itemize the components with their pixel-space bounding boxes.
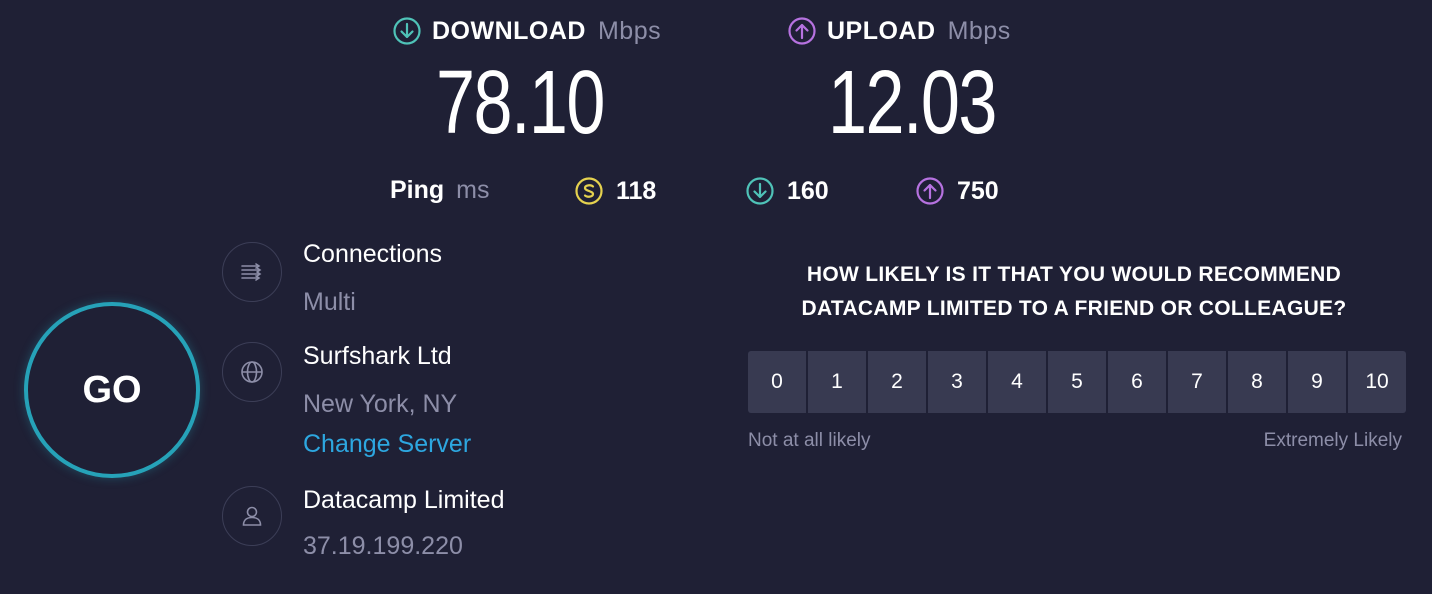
provider-name: Datacamp Limited [303, 486, 505, 514]
survey-question-line1: HOW LIKELY IS IT THAT YOU WOULD RECOMMEN… [806, 263, 1342, 286]
rating-option-5[interactable]: 5 [1048, 351, 1106, 413]
rating-option-6[interactable]: 6 [1108, 351, 1166, 413]
survey-question: HOW LIKELY IS IT THAT YOU WOULD RECOMMEN… [744, 258, 1404, 326]
survey-question-line2: DATACAMP LIMITED TO A FRIEND OR COLLEAGU… [801, 297, 1347, 320]
rating-low-label: Not at all likely [748, 430, 871, 451]
rating-option-2[interactable]: 2 [868, 351, 926, 413]
upload-value: 12.03 [828, 53, 997, 153]
download-arrow-icon [393, 17, 421, 45]
connections-icon [222, 242, 282, 302]
server-location: New York, NY [303, 390, 458, 418]
rating-option-7[interactable]: 7 [1168, 351, 1226, 413]
rating-bar: 0 1 2 3 4 5 6 7 8 9 10 [748, 351, 1406, 413]
download-unit: Mbps [597, 16, 662, 45]
connections-value: Multi [303, 288, 356, 316]
ping-label: Ping [390, 176, 445, 204]
ping-idle-value: 118 [616, 176, 657, 205]
ping-upload: 750 [915, 176, 999, 206]
server-name: Surfshark Ltd [303, 342, 452, 370]
idle-ping-icon [575, 177, 603, 205]
upload-unit: Mbps [947, 16, 1011, 45]
user-icon [222, 486, 282, 546]
rating-option-9[interactable]: 9 [1288, 351, 1346, 413]
rating-option-4[interactable]: 4 [988, 351, 1046, 413]
ping-idle: 118 [574, 176, 656, 206]
change-server-link[interactable]: Change Server [303, 430, 471, 459]
ping-download: 160 [745, 176, 829, 206]
rating-option-0[interactable]: 0 [748, 351, 806, 413]
ping-upload-value: 750 [957, 176, 999, 205]
rating-option-10[interactable]: 10 [1348, 351, 1406, 413]
upload-label: UPLOAD [827, 16, 936, 45]
download-label: DOWNLOAD [432, 16, 586, 45]
ping-label-group: Ping ms [390, 176, 490, 205]
upload-header: UPLOAD Mbps [787, 16, 1011, 46]
rating-option-1[interactable]: 1 [808, 351, 866, 413]
rating-high-label: Extremely Likely [1263, 430, 1402, 451]
ping-download-value: 160 [787, 176, 829, 205]
upload-arrow-icon [788, 17, 816, 45]
rating-option-3[interactable]: 3 [928, 351, 986, 413]
rating-option-8[interactable]: 8 [1228, 351, 1286, 413]
connections-title: Connections [303, 240, 442, 268]
download-ping-icon [746, 177, 774, 205]
upload-ping-icon [916, 177, 944, 205]
go-button[interactable]: GO [24, 302, 200, 478]
globe-icon [222, 342, 282, 402]
ping-unit: ms [456, 176, 490, 204]
download-header: DOWNLOAD Mbps [392, 16, 661, 46]
download-value: 78.10 [436, 53, 605, 153]
provider-ip: 37.19.199.220 [303, 532, 463, 560]
